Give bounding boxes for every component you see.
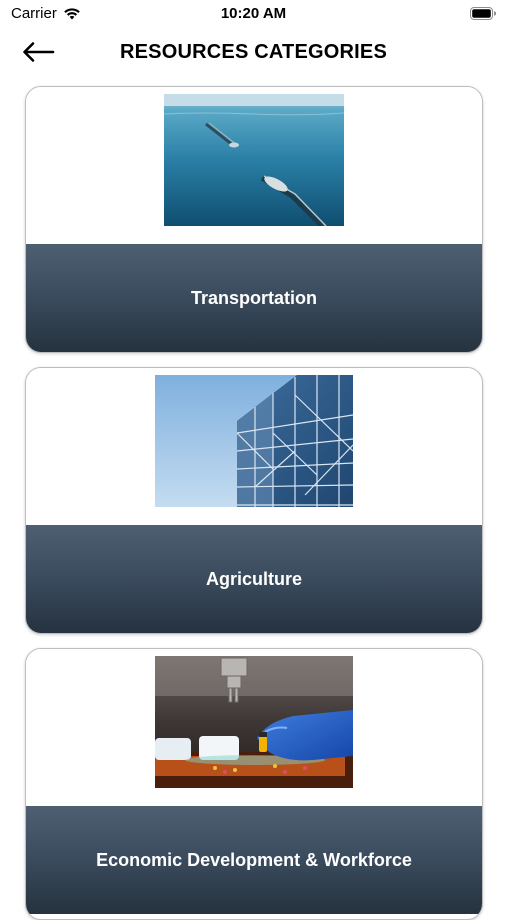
card-footer: Economic Development & Workforce <box>26 806 482 914</box>
card-footer: Agriculture <box>26 525 482 633</box>
card-label: Transportation <box>190 287 317 308</box>
laboratory-gloved-hand-photo <box>155 656 353 788</box>
status-time: 10:20 AM <box>220 5 287 22</box>
card-label: Agriculture <box>205 568 302 589</box>
glass-steel-building-photo <box>155 375 353 507</box>
card-image-area <box>26 649 482 806</box>
page-title: RESOURCES CATEGORIES <box>120 41 387 63</box>
battery-icon <box>470 7 496 20</box>
category-card-economic-development-workforce[interactable]: Economic Development & Workforce <box>25 648 483 920</box>
category-card-agriculture[interactable]: Agriculture <box>25 367 483 634</box>
card-footer: Transportation <box>26 244 482 352</box>
aerial-bridge-water-photo <box>164 94 344 226</box>
category-card-transportation[interactable]: Transportation <box>25 86 483 353</box>
card-image-area <box>26 87 482 244</box>
status-bar: Carrier 10:20 AM <box>0 0 507 28</box>
card-image-area <box>26 368 482 525</box>
nav-header: RESOURCES CATEGORIES <box>0 30 507 74</box>
card-label: Economic Development & Workforce <box>96 849 412 870</box>
